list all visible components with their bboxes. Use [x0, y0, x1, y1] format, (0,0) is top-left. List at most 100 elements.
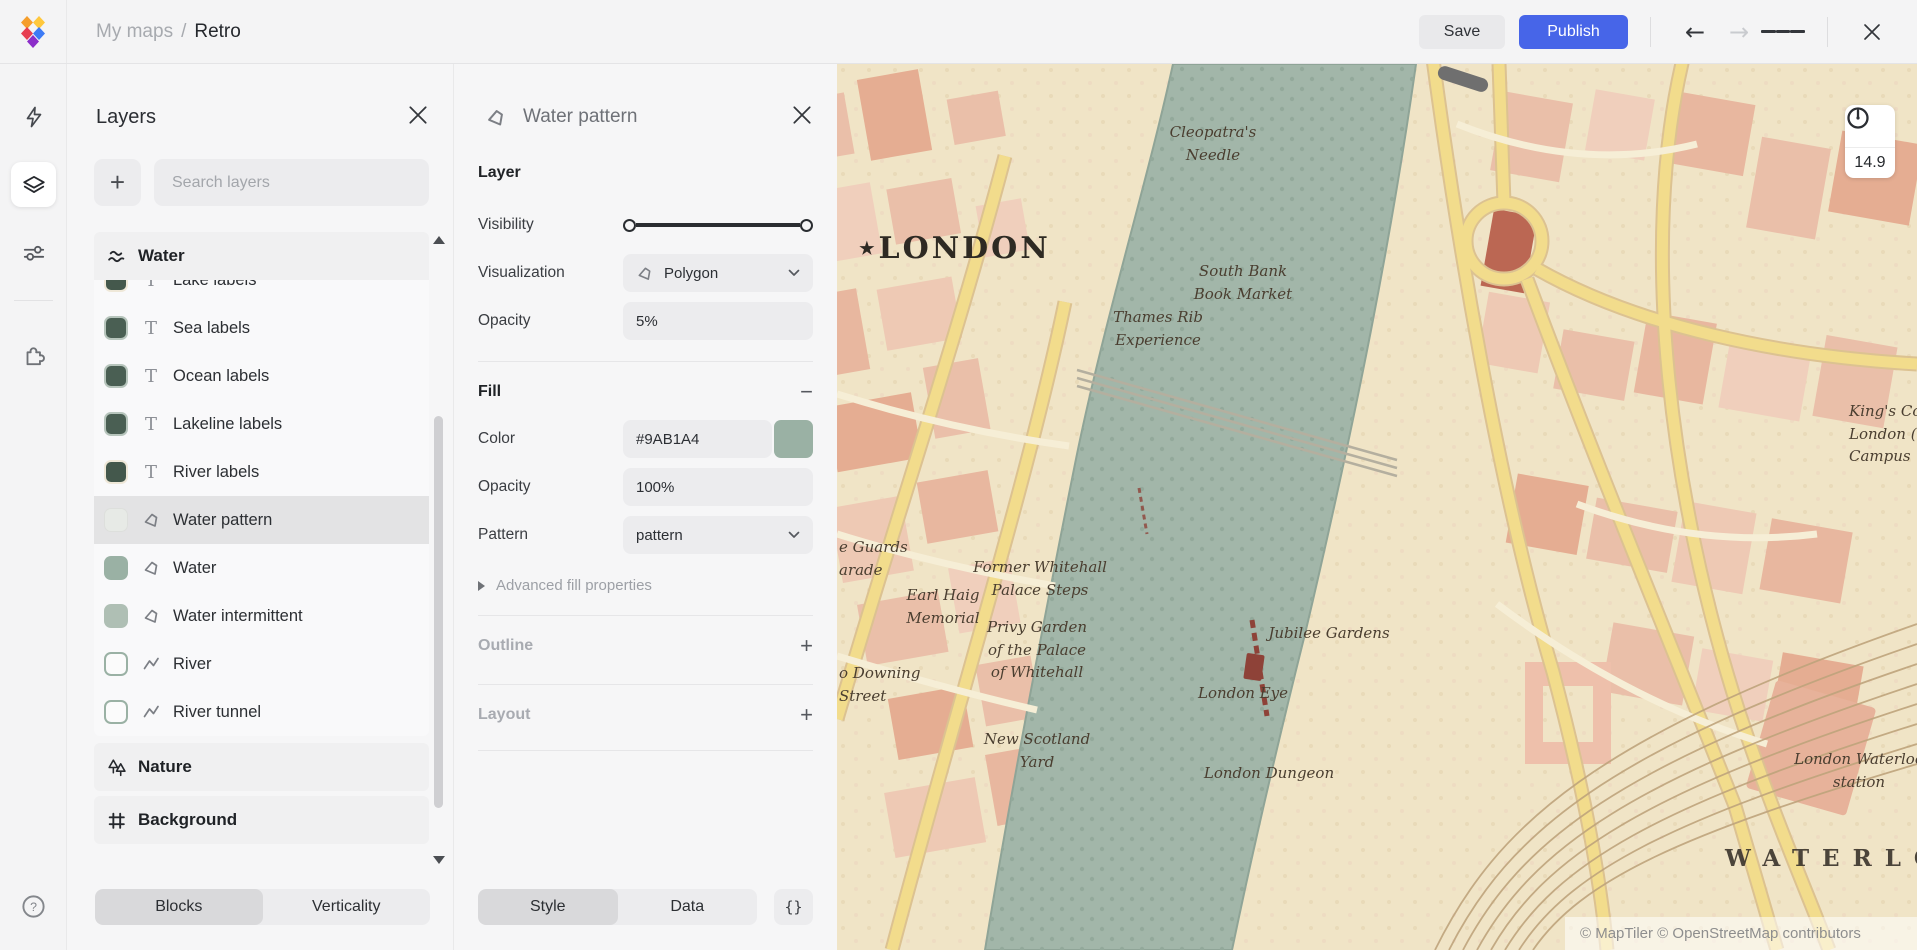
- layer-row-background[interactable]: Background: [94, 796, 429, 844]
- layer-row-lakeline-labels[interactable]: TLakeline labels: [94, 400, 429, 448]
- line-type-icon: [140, 655, 162, 673]
- layer-row-label: Water pattern: [173, 511, 272, 530]
- text-type-icon: T: [140, 318, 162, 339]
- polygon-type-icon: [140, 559, 162, 577]
- layer-row-sea-labels[interactable]: T Sea labels: [94, 304, 429, 352]
- line-type-icon: [140, 703, 162, 721]
- properties-panel-close-icon[interactable]: [791, 104, 813, 129]
- fill-opacity-input[interactable]: 100%: [623, 468, 813, 506]
- add-outline-icon[interactable]: +: [800, 635, 813, 657]
- fill-color-swatch[interactable]: [774, 420, 813, 458]
- map-history-clock-icon[interactable]: [1845, 105, 1895, 148]
- section-divider: [478, 684, 813, 685]
- advanced-fill-properties-toggle[interactable]: Advanced fill properties: [478, 577, 813, 594]
- layer-row-river[interactable]: River: [94, 640, 429, 688]
- visualization-label: Visualization: [478, 264, 623, 282]
- left-icon-rail: ?: [0, 64, 67, 950]
- adjustments-icon[interactable]: [11, 230, 56, 275]
- clipped-layer-row[interactable]: TLake labels: [94, 280, 429, 304]
- outline-section-heading: Outline: [478, 637, 533, 655]
- layer-row-label: Lakeline labels: [173, 415, 282, 434]
- visibility-max-handle[interactable]: [800, 219, 813, 232]
- text-type-icon: T: [140, 366, 162, 387]
- layer-row-water[interactable]: Water: [94, 232, 429, 280]
- toolbar-divider: [1650, 17, 1651, 47]
- layer-row-water-pattern[interactable]: Water pattern: [94, 496, 429, 544]
- undo-button[interactable]: ←: [1673, 12, 1717, 52]
- layer-color-swatch: [104, 556, 128, 580]
- menu-icon[interactable]: [1761, 12, 1805, 52]
- layer-row-label: Water: [138, 246, 185, 266]
- map-canvas[interactable]: Cleopatra's Needle★LONDONSouth Bank Book…: [837, 64, 1917, 950]
- visibility-range-slider[interactable]: [623, 217, 813, 233]
- layer-row-nature[interactable]: Nature: [94, 743, 429, 791]
- layer-block: Background: [94, 796, 429, 844]
- layer-opacity-input[interactable]: 5%: [623, 302, 813, 340]
- chevron-down-icon: [788, 269, 800, 277]
- zoom-badge[interactable]: 14.9: [1845, 105, 1895, 178]
- redo-button[interactable]: →: [1717, 12, 1761, 52]
- text-type-icon: T: [140, 280, 162, 291]
- scrollbar-thumb[interactable]: [434, 416, 443, 808]
- close-editor-icon[interactable]: [1850, 12, 1894, 52]
- trees-icon: [104, 757, 128, 778]
- layers-footer-tabs: Blocks Verticality: [95, 889, 430, 925]
- top-bar: My maps / Retro Save Publish ← →: [0, 0, 1917, 64]
- layers-list: WaterTLake labelsTSea labelsTOcean label…: [94, 232, 429, 844]
- visibility-min-handle[interactable]: [623, 219, 636, 232]
- layer-block: WaterTLake labelsTSea labelsTOcean label…: [94, 232, 429, 736]
- fill-pattern-label: Pattern: [478, 526, 623, 544]
- fill-opacity-label: Opacity: [478, 478, 623, 496]
- save-button[interactable]: Save: [1419, 15, 1505, 49]
- visibility-track: [636, 223, 800, 227]
- layer-color-swatch: [104, 412, 128, 436]
- section-divider: [478, 361, 813, 362]
- help-icon[interactable]: ?: [11, 884, 56, 929]
- plugins-icon[interactable]: [11, 332, 56, 377]
- add-layout-icon[interactable]: +: [800, 704, 813, 726]
- fill-color-input[interactable]: #9AB1A4: [623, 420, 772, 458]
- rail-divider: [14, 300, 53, 301]
- layer-row-water-intermittent[interactable]: Water intermittent: [94, 592, 429, 640]
- add-layer-button[interactable]: +: [94, 159, 141, 206]
- text-type-icon: T: [140, 462, 162, 483]
- scroll-up-arrow[interactable]: [433, 236, 445, 244]
- layer-row-label: River: [173, 655, 212, 674]
- publish-button[interactable]: Publish: [1519, 15, 1628, 49]
- tab-data[interactable]: Data: [618, 889, 758, 925]
- visibility-label: Visibility: [478, 216, 623, 234]
- expand-right-icon: [478, 581, 485, 591]
- map-render: [837, 64, 1917, 950]
- scroll-down-arrow[interactable]: [433, 856, 445, 864]
- waves-icon: [104, 246, 128, 267]
- layer-row-label: Sea labels: [173, 319, 250, 338]
- polygon-type-icon: [140, 607, 162, 625]
- breadcrumb-my-maps[interactable]: My maps: [96, 21, 173, 43]
- polygon-type-icon: [140, 511, 162, 529]
- map-attribution[interactable]: © MapTiler © OpenStreetMap contributors: [1565, 917, 1917, 950]
- search-layers-input[interactable]: [154, 159, 429, 206]
- section-divider: [478, 750, 813, 751]
- layers-scrollbar[interactable]: [431, 236, 447, 864]
- layer-row-water[interactable]: Water: [94, 544, 429, 592]
- tab-style[interactable]: Style: [478, 889, 618, 925]
- app-logo[interactable]: [0, 0, 67, 63]
- layer-row-river-labels[interactable]: TRiver labels: [94, 448, 429, 496]
- layers-tool-icon[interactable]: [11, 162, 56, 207]
- tab-verticality[interactable]: Verticality: [263, 889, 431, 925]
- collapse-fill-icon[interactable]: −: [800, 381, 813, 403]
- json-code-button[interactable]: {}: [774, 889, 813, 925]
- layer-color-swatch: [104, 652, 128, 676]
- layer-section-heading: Layer: [478, 164, 813, 182]
- layer-row-ocean-labels[interactable]: TOcean labels: [94, 352, 429, 400]
- zoom-level-value: 14.9: [1845, 148, 1895, 177]
- layer-row-river-tunnel[interactable]: River tunnel: [94, 688, 429, 736]
- fill-pattern-dropdown[interactable]: pattern: [623, 516, 813, 554]
- quick-actions-icon[interactable]: [11, 94, 56, 139]
- visualization-dropdown[interactable]: Polygon: [623, 254, 813, 292]
- layers-panel-close-icon[interactable]: [407, 104, 429, 129]
- tab-blocks[interactable]: Blocks: [95, 889, 263, 925]
- layer-row-lake-labels[interactable]: TLake labels: [94, 280, 429, 304]
- polygon-layer-icon: [485, 107, 506, 128]
- layer-row-label: Water intermittent: [173, 607, 303, 626]
